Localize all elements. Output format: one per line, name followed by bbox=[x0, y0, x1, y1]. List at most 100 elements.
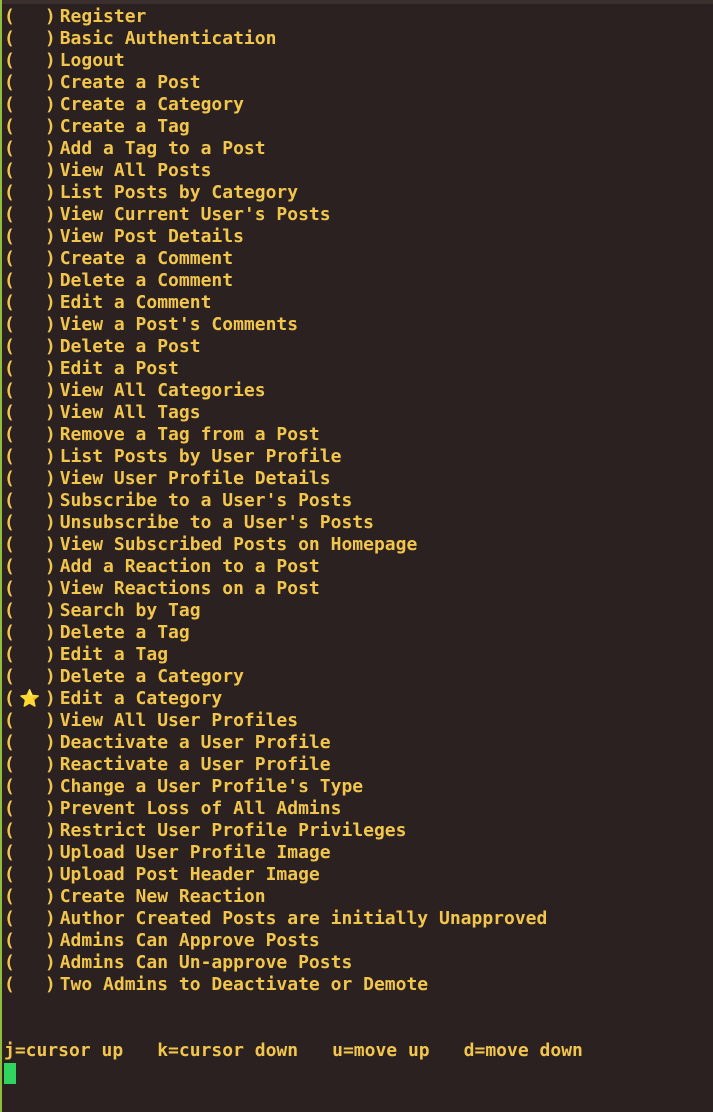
checkbox-empty[interactable] bbox=[15, 292, 45, 314]
checkbox-empty[interactable] bbox=[15, 622, 45, 644]
checklist-item[interactable]: ( ) View User Profile Details bbox=[4, 468, 547, 490]
checklist-item[interactable]: ( ) View a Post's Comments bbox=[4, 314, 547, 336]
checklist-item[interactable]: ( ) Register bbox=[4, 6, 547, 28]
checkbox-empty[interactable] bbox=[15, 160, 45, 182]
checkbox-empty[interactable] bbox=[15, 248, 45, 270]
checkbox-empty[interactable] bbox=[15, 556, 45, 578]
checkbox-empty[interactable] bbox=[15, 644, 45, 666]
checklist-item[interactable]: ( ) List Posts by Category bbox=[4, 182, 547, 204]
checklist-item[interactable]: ( ) List Posts by User Profile bbox=[4, 446, 547, 468]
checklist-item[interactable]: ( ) Create New Reaction bbox=[4, 886, 547, 908]
checklist-item[interactable]: ( ) Basic Authentication bbox=[4, 28, 547, 50]
close-paren: ) bbox=[44, 864, 56, 885]
checkbox-empty[interactable] bbox=[15, 204, 45, 226]
checkbox-empty[interactable] bbox=[15, 424, 45, 446]
checklist-item[interactable]: ( ) Delete a Comment bbox=[4, 270, 547, 292]
checklist-item[interactable]: ( ) View All Posts bbox=[4, 160, 547, 182]
checkbox-empty[interactable] bbox=[15, 842, 45, 864]
checkbox-empty[interactable] bbox=[15, 886, 45, 908]
close-paren: ) bbox=[44, 402, 56, 423]
checkbox-empty[interactable] bbox=[15, 930, 45, 952]
checklist-item[interactable]: ( ) Two Admins to Deactivate or Demote bbox=[4, 974, 547, 996]
checklist-item[interactable]: ( ) Delete a Category bbox=[4, 666, 547, 688]
checkbox-empty[interactable] bbox=[15, 578, 45, 600]
checklist-item[interactable]: ( ) View Subscribed Posts on Homepage bbox=[4, 534, 547, 556]
checklist-item[interactable]: ( ) Create a Tag bbox=[4, 116, 547, 138]
checklist-item[interactable]: ( ) Admins Can Approve Posts bbox=[4, 930, 547, 952]
checkbox-empty[interactable] bbox=[15, 908, 45, 930]
checklist-item[interactable]: ( ) Restrict User Profile Privileges bbox=[4, 820, 547, 842]
checklist-item[interactable]: ( ) Create a Category bbox=[4, 94, 547, 116]
checkbox-empty[interactable] bbox=[15, 776, 45, 798]
checklist-item[interactable]: ( ) Subscribe to a User's Posts bbox=[4, 490, 547, 512]
checkbox-empty[interactable] bbox=[15, 534, 45, 556]
checkbox-empty[interactable] bbox=[15, 402, 45, 424]
checklist-item[interactable]: ( ) Delete a Tag bbox=[4, 622, 547, 644]
checklist-item[interactable]: ( ) Create a Post bbox=[4, 72, 547, 94]
checkbox-empty[interactable] bbox=[15, 358, 45, 380]
checkbox-empty[interactable] bbox=[15, 6, 45, 28]
text-cursor[interactable] bbox=[4, 1063, 16, 1084]
checkbox-empty[interactable] bbox=[15, 28, 45, 50]
checkbox-empty[interactable] bbox=[15, 336, 45, 358]
checkbox-empty[interactable] bbox=[15, 72, 45, 94]
checkbox-empty[interactable] bbox=[15, 952, 45, 974]
checklist-item[interactable]: ( ) Edit a Comment bbox=[4, 292, 547, 314]
checkbox-empty[interactable] bbox=[15, 270, 45, 292]
checklist-item[interactable]: ( ) Upload Post Header Image bbox=[4, 864, 547, 886]
checklist-item[interactable]: ( ) Search by Tag bbox=[4, 600, 547, 622]
checkbox-empty[interactable] bbox=[15, 600, 45, 622]
checklist-item-label: Upload User Profile Image bbox=[59, 842, 331, 863]
checklist-item[interactable]: ( ) Add a Tag to a Post bbox=[4, 138, 547, 160]
checkbox-empty[interactable] bbox=[15, 754, 45, 776]
checklist-item[interactable]: ( ) Add a Reaction to a Post bbox=[4, 556, 547, 578]
checklist-item[interactable]: ( ) View Reactions on a Post bbox=[4, 578, 547, 600]
checkbox-empty[interactable] bbox=[15, 798, 45, 820]
checkbox-empty[interactable] bbox=[15, 116, 45, 138]
checklist-item[interactable]: ( ) Remove a Tag from a Post bbox=[4, 424, 547, 446]
checklist-item[interactable]: (⭐) Edit a Category bbox=[4, 688, 547, 710]
checkbox-empty[interactable] bbox=[15, 974, 45, 996]
checkbox-empty[interactable] bbox=[15, 820, 45, 842]
checkbox-empty[interactable] bbox=[15, 666, 45, 688]
checklist-item[interactable]: ( ) Deactivate a User Profile bbox=[4, 732, 547, 754]
checklist-item[interactable]: ( ) View All Tags bbox=[4, 402, 547, 424]
checklist-item[interactable]: ( ) Edit a Tag bbox=[4, 644, 547, 666]
checkbox-empty[interactable] bbox=[15, 182, 45, 204]
checklist-item[interactable]: ( ) Change a User Profile's Type bbox=[4, 776, 547, 798]
checkbox-empty[interactable] bbox=[15, 446, 45, 468]
checklist-item-label: View Current User's Posts bbox=[59, 204, 331, 225]
open-paren: ( bbox=[4, 512, 15, 533]
checklist-item[interactable]: ( ) Upload User Profile Image bbox=[4, 842, 547, 864]
checklist-item[interactable]: ( ) Delete a Post bbox=[4, 336, 547, 358]
checkbox-empty[interactable] bbox=[15, 468, 45, 490]
close-paren: ) bbox=[44, 138, 56, 159]
checkbox-empty[interactable] bbox=[15, 710, 45, 732]
checklist-item[interactable]: ( ) Admins Can Un-approve Posts bbox=[4, 952, 547, 974]
checkbox-empty[interactable] bbox=[15, 50, 45, 72]
checkbox-empty[interactable] bbox=[15, 490, 45, 512]
checkbox-empty[interactable] bbox=[15, 314, 45, 336]
checklist-item[interactable]: ( ) View Post Details bbox=[4, 226, 547, 248]
checkbox-empty[interactable] bbox=[15, 94, 45, 116]
checklist-item[interactable]: ( ) Edit a Post bbox=[4, 358, 547, 380]
checklist-item[interactable]: ( ) Author Created Posts are initially Un… bbox=[4, 908, 547, 930]
checklist-item-label: Two Admins to Deactivate or Demote bbox=[59, 974, 429, 995]
checkbox-empty[interactable] bbox=[15, 864, 45, 886]
checklist-item[interactable]: ( ) Prevent Loss of All Admins bbox=[4, 798, 547, 820]
checklist-item[interactable]: ( ) Reactivate a User Profile bbox=[4, 754, 547, 776]
checkbox-empty[interactable] bbox=[15, 380, 45, 402]
star-icon[interactable]: ⭐ bbox=[15, 688, 45, 710]
checklist-item[interactable]: ( ) Create a Comment bbox=[4, 248, 547, 270]
checklist-item[interactable]: ( ) Logout bbox=[4, 50, 547, 72]
checkbox-empty[interactable] bbox=[15, 732, 45, 754]
checkbox-empty[interactable] bbox=[15, 138, 45, 160]
window-top-strip bbox=[0, 0, 713, 4]
checklist-item[interactable]: ( ) View All User Profiles bbox=[4, 710, 547, 732]
checkbox-empty[interactable] bbox=[15, 226, 45, 248]
checkbox-empty[interactable] bbox=[15, 512, 45, 534]
checklist-item[interactable]: ( ) View All Categories bbox=[4, 380, 547, 402]
checklist-item[interactable]: ( ) Unsubscribe to a User's Posts bbox=[4, 512, 547, 534]
close-paren: ) bbox=[44, 160, 56, 181]
checklist-item[interactable]: ( ) View Current User's Posts bbox=[4, 204, 547, 226]
